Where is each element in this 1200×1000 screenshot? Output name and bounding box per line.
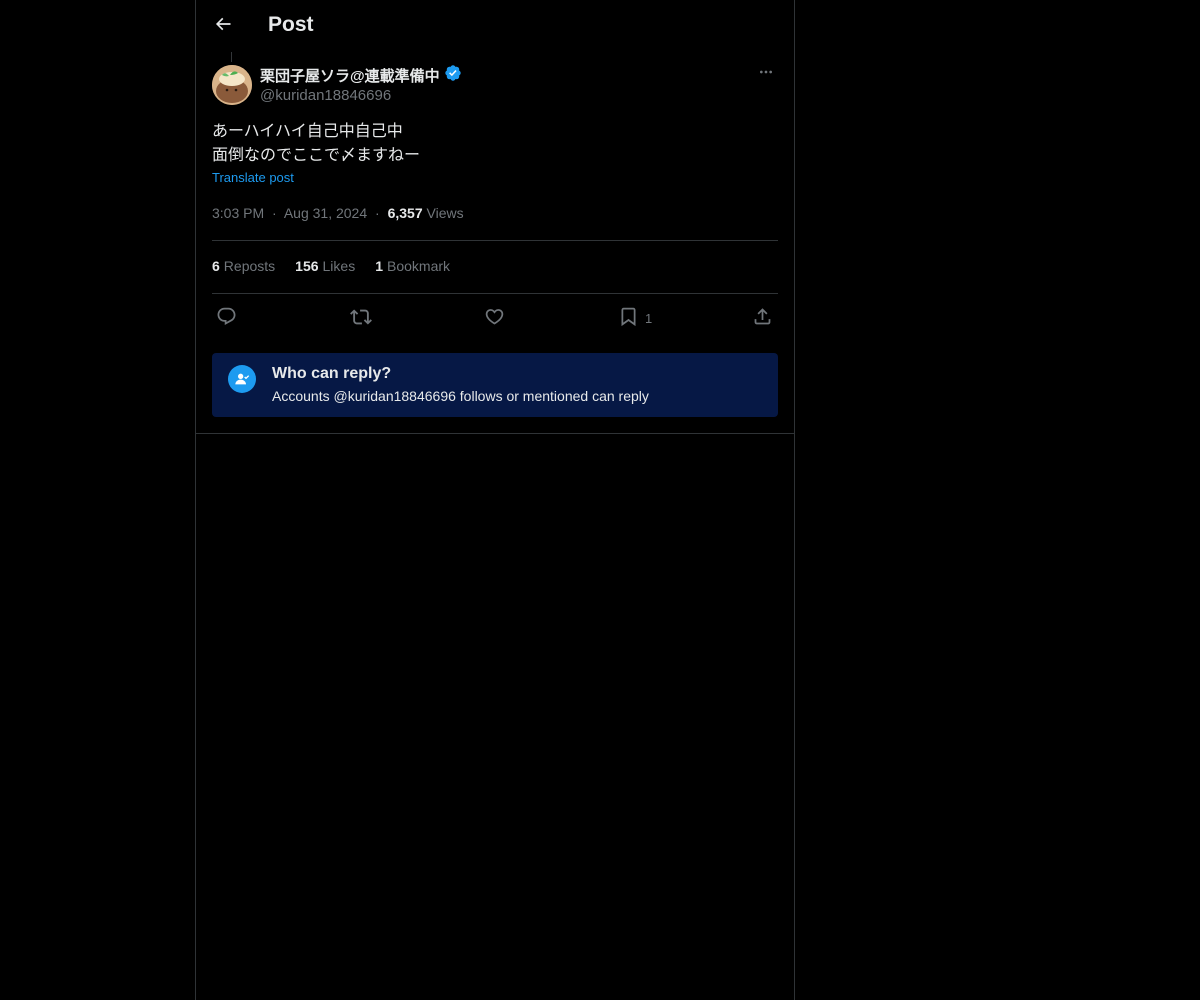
bookmark-button[interactable]: 1 [618,304,652,332]
reply-restriction-description: Accounts @kuridan18846696 follows or men… [272,388,649,404]
bookmarks-stat[interactable]: 1 Bookmark [375,258,450,274]
bookmark-count: 1 [645,310,653,326]
translate-post-link[interactable]: Translate post [212,170,294,185]
views-label: Views [426,205,464,221]
reply-restriction-notice: Who can reply? Accounts @kuridan18846696… [212,353,778,417]
person-check-icon [228,365,256,393]
more-options-button[interactable] [754,64,778,84]
divider [212,293,778,294]
tweet-meta: 3:03 PM · Aug 31, 2024 · 6,357 Views [212,205,464,221]
reposts-count: 6 [212,258,220,274]
share-icon [752,306,773,330]
likes-stat[interactable]: 156 Likes [295,258,355,274]
views-count: 6,357 [387,205,423,221]
likes-label: Likes [322,258,356,274]
repost-button[interactable] [350,304,372,332]
repost-icon [350,306,372,331]
bookmarks-label: Bookmark [387,258,451,274]
tweet-text: あーハイハイ自己中自己中 面倒なのでここで〆ますねー [212,119,778,167]
reposts-stat[interactable]: 6 Reposts [212,258,275,274]
reposts-label: Reposts [223,258,276,274]
user-handle[interactable]: @kuridan18846696 [260,87,462,104]
tweet-text-line: 面倒なのでここで〆ますねー [212,145,421,164]
display-name[interactable]: 栗団子屋ソラ@連載準備中 [260,65,440,86]
page-header: Post [196,0,794,53]
verified-badge-icon [444,64,462,87]
heart-icon [484,306,505,330]
like-button[interactable] [484,304,505,332]
back-button[interactable] [206,9,240,43]
more-dots-icon [758,64,774,85]
tweet-text-line: あーハイハイ自己中自己中 [212,121,403,140]
action-bar: 1 [212,304,778,332]
divider [212,240,778,241]
engagement-stats: 6 Reposts 156 Likes 1 Bookmark [212,258,450,274]
share-button[interactable] [752,304,773,332]
reply-button[interactable] [216,304,237,332]
primary-column: Post 栗団子屋ソラ@連載準備中 @kuridan18846696 あーハイハ… [195,0,795,1000]
author-info: 栗団子屋ソラ@連載準備中 @kuridan18846696 [260,64,462,104]
avatar[interactable] [212,65,252,105]
tweet-date[interactable]: Aug 31, 2024 [284,205,367,221]
page-title: Post [268,13,314,36]
reply-restriction-title: Who can reply? [272,365,392,382]
thread-connector-line [231,52,232,62]
meta-separator: · [375,205,380,221]
bookmarks-count: 1 [375,258,383,274]
reply-icon [216,306,237,330]
bookmark-icon [618,306,639,330]
arrow-left-icon [213,14,233,39]
likes-count: 156 [295,258,319,274]
meta-separator: · [272,205,277,221]
tweet-bottom-border [196,433,794,434]
tweet-time[interactable]: 3:03 PM [212,205,264,221]
